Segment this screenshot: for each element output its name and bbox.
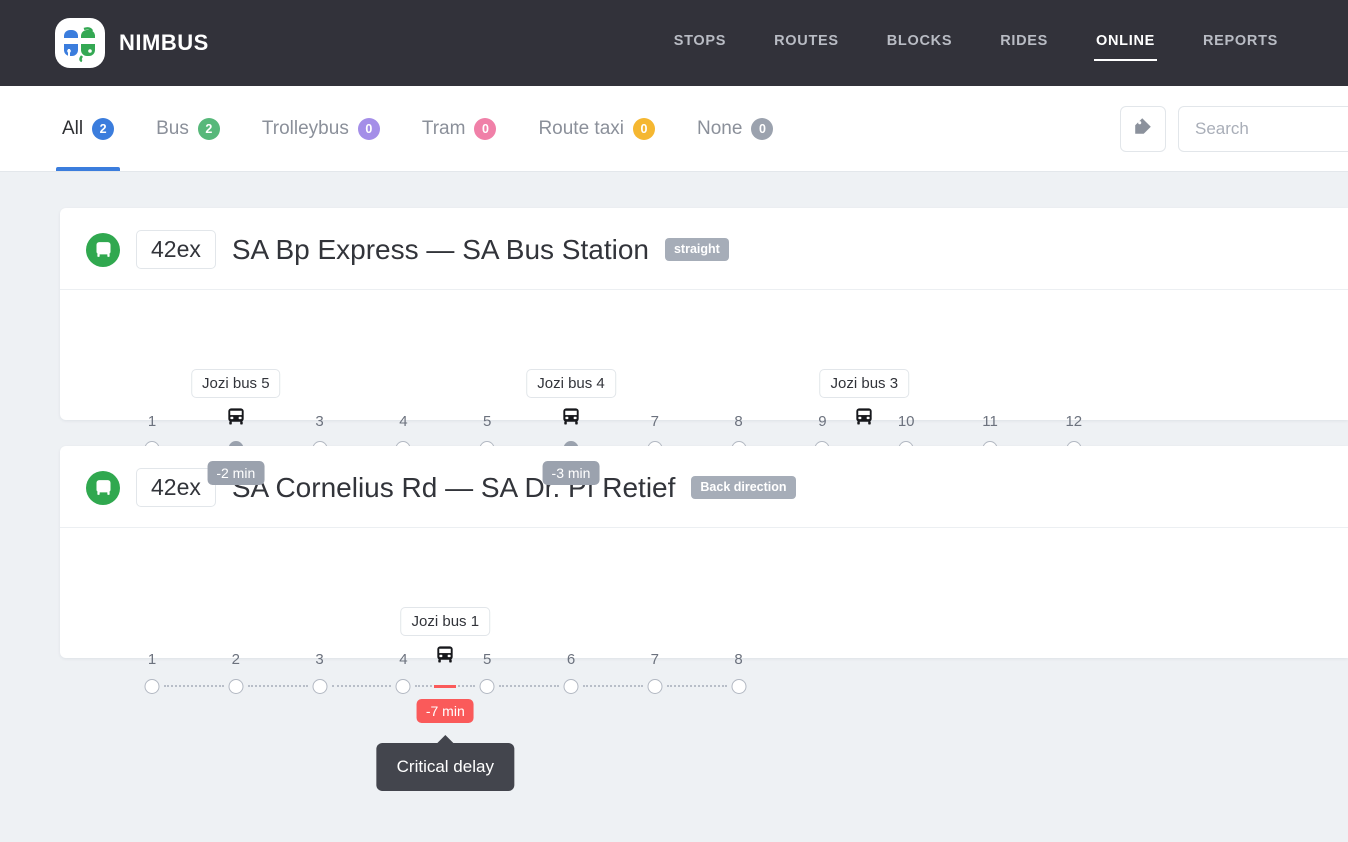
timeline-stop-dot[interactable] xyxy=(480,679,495,694)
timeline-segment xyxy=(248,685,308,687)
filter-tab-count: 0 xyxy=(474,118,496,140)
timeline-vehicle-label[interactable]: Jozi bus 3 xyxy=(820,369,910,398)
timeline-stop-dot[interactable] xyxy=(312,679,327,694)
route-timeline: 123456789101112Jozi bus 5-2 minJozi bus … xyxy=(60,290,1348,420)
timeline-stop-number: 5 xyxy=(483,651,491,668)
timeline-stop-number: 2 xyxy=(232,651,240,668)
filter-tab-label: None xyxy=(697,118,742,140)
timeline-segment xyxy=(583,685,643,687)
tag-icon xyxy=(1132,115,1154,142)
transit-logo-icon xyxy=(55,18,105,68)
timeline-segment xyxy=(667,685,727,687)
timeline-stop-number: 4 xyxy=(399,413,407,430)
routes-list: 42ex SA Bp Express — SA Bus Station straig… xyxy=(0,172,1348,842)
nav-item-reports[interactable]: REPORTS xyxy=(1201,27,1280,59)
timeline-track: 123456789101112Jozi bus 5-2 minJozi bus … xyxy=(60,369,1348,371)
timeline-stop-number: 12 xyxy=(1065,413,1082,430)
timeline-segment xyxy=(164,685,224,687)
timeline-stop-number: 1 xyxy=(148,651,156,668)
filter-tab-label: Trolleybus xyxy=(262,118,349,140)
timeline-stop-number: 11 xyxy=(982,413,998,430)
filter-tab-label: All xyxy=(62,118,83,140)
timeline-stop-number: 8 xyxy=(734,651,742,668)
route-number-badge[interactable]: 42ex xyxy=(136,468,216,507)
timeline-stop-number: 3 xyxy=(315,651,323,668)
nav-item-routes[interactable]: ROUTES xyxy=(772,27,841,59)
timeline-stop-number: 5 xyxy=(483,413,491,430)
filter-tab-count: 2 xyxy=(92,118,114,140)
timeline-stop-dot[interactable] xyxy=(647,679,662,694)
filter-tab-label: Route taxi xyxy=(538,118,624,140)
filter-tab-trolleybus[interactable]: Trolleybus 0 xyxy=(260,86,382,171)
route-title: SA Cornelius Rd — SA Dr. Pf Retief xyxy=(232,472,676,504)
timeline-stop-number: 9 xyxy=(818,413,826,430)
filter-tab-route-taxi[interactable]: Route taxi 0 xyxy=(536,86,657,171)
brand-name: NIMBUS xyxy=(119,30,209,56)
route-card-header: 42ex SA Cornelius Rd — SA Dr. Pf Retief Ba… xyxy=(60,446,1348,528)
timeline-vehicle-label[interactable]: Jozi bus 1 xyxy=(401,607,491,636)
nav-item-stops[interactable]: STOPS xyxy=(672,27,728,59)
timeline-stop-number: 7 xyxy=(651,413,659,430)
filter-tab-count: 0 xyxy=(358,118,380,140)
top-navigation-bar: NIMBUS STOPS ROUTES BLOCKS RIDES ONLINE … xyxy=(0,0,1348,86)
nav-item-rides[interactable]: RIDES xyxy=(998,27,1050,59)
route-card[interactable]: 42ex SA Bp Express — SA Bus Station straig… xyxy=(60,208,1348,420)
nav-item-blocks[interactable]: BLOCKS xyxy=(885,27,954,59)
tag-filter-button[interactable] xyxy=(1120,106,1166,152)
filter-tab-all[interactable]: All 2 xyxy=(60,86,116,171)
main-nav: STOPS ROUTES BLOCKS RIDES ONLINE REPORTS xyxy=(672,27,1280,59)
timeline-segment xyxy=(332,685,392,687)
timeline-stop-dot[interactable] xyxy=(731,679,746,694)
filter-tab-label: Bus xyxy=(156,118,189,140)
route-title: SA Bp Express — SA Bus Station xyxy=(232,234,649,266)
brand-logo-group[interactable]: NIMBUS xyxy=(55,18,209,68)
delay-tooltip: Critical delay xyxy=(377,743,514,791)
route-card-header: 42ex SA Bp Express — SA Bus Station straig… xyxy=(60,208,1348,290)
bus-icon[interactable] xyxy=(853,405,876,433)
filter-tab-label: Tram xyxy=(422,118,466,140)
timeline-stop-dot[interactable] xyxy=(564,679,579,694)
filter-tab-count: 0 xyxy=(633,118,655,140)
bus-icon[interactable] xyxy=(560,405,583,433)
bus-icon xyxy=(86,471,120,505)
timeline-stop-number: 3 xyxy=(315,413,323,430)
bus-icon[interactable] xyxy=(434,643,457,671)
timeline-track: 12345678Jozi bus 1-7 minCritical delay xyxy=(60,607,1348,609)
timeline-stop-number: 6 xyxy=(567,651,575,668)
filter-tab-none[interactable]: None 0 xyxy=(695,86,775,171)
timeline-segment xyxy=(499,685,559,687)
search-input[interactable] xyxy=(1178,106,1348,152)
filter-tab-count: 2 xyxy=(198,118,220,140)
filter-tab-count: 0 xyxy=(751,118,773,140)
route-timeline: 12345678Jozi bus 1-7 minCritical delay xyxy=(60,528,1348,658)
nav-item-online[interactable]: ONLINE xyxy=(1094,27,1157,59)
timeline-vehicle-label[interactable]: Jozi bus 4 xyxy=(526,369,616,398)
timeline-vehicle-delay-badge[interactable]: -2 min xyxy=(207,461,264,485)
timeline-stop-number: 8 xyxy=(734,413,742,430)
filter-tab-bar: All 2 Bus 2 Trolleybus 0 Tram 0 Route taxi 0 None 0 xyxy=(0,86,1348,172)
route-number-badge[interactable]: 42ex xyxy=(136,230,216,269)
timeline-vehicle-delay-badge[interactable]: -3 min xyxy=(543,461,600,485)
filter-tab-tram[interactable]: Tram 0 xyxy=(420,86,499,171)
timeline-stop-number: 7 xyxy=(651,651,659,668)
bus-icon[interactable] xyxy=(224,405,247,433)
bus-icon xyxy=(86,233,120,267)
timeline-stop-dot[interactable] xyxy=(396,679,411,694)
timeline-vehicle-delay-badge[interactable]: -7 min xyxy=(417,699,474,723)
toolbar-actions xyxy=(1120,106,1348,152)
timeline-stop-dot[interactable] xyxy=(145,679,160,694)
timeline-vehicle-label[interactable]: Jozi bus 5 xyxy=(191,369,281,398)
route-direction-tag: straight xyxy=(665,238,729,261)
filter-tab-bus[interactable]: Bus 2 xyxy=(154,86,222,171)
filter-tabs: All 2 Bus 2 Trolleybus 0 Tram 0 Route taxi 0 None 0 xyxy=(60,86,775,171)
timeline-stop-number: 10 xyxy=(898,413,915,430)
timeline-stop-dot[interactable] xyxy=(228,679,243,694)
timeline-vehicle-segment xyxy=(434,685,456,688)
route-direction-tag: Back direction xyxy=(691,476,795,499)
timeline-stop-number: 4 xyxy=(399,651,407,668)
timeline-stop-number: 1 xyxy=(148,413,156,430)
